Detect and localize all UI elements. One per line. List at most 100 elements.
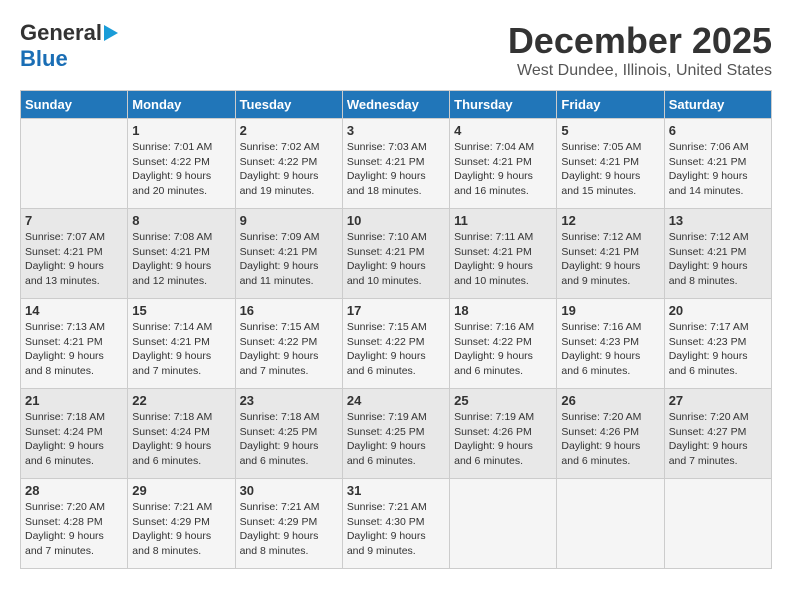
weekday-header-saturday: Saturday [664,91,771,119]
day-number: 9 [240,213,338,228]
calendar-cell: 3Sunrise: 7:03 AMSunset: 4:21 PMDaylight… [342,119,449,209]
calendar-week-row: 7Sunrise: 7:07 AMSunset: 4:21 PMDaylight… [21,209,772,299]
day-info: Sunrise: 7:18 AMSunset: 4:25 PMDaylight:… [240,410,338,469]
calendar-cell: 28 Sunrise: 7:20 AMSunset: 4:28 PMDayligh… [21,479,128,569]
calendar-cell: 13Sunrise: 7:12 AMSunset: 4:21 PMDayligh… [664,209,771,299]
day-number: 5 [561,123,659,138]
day-number: 10 [347,213,445,228]
day-info: Sunrise: 7:12 AMSunset: 4:21 PMDaylight:… [561,230,659,289]
calendar-cell: 30 Sunrise: 7:21 AMSunset: 4:29 PMDayligh… [235,479,342,569]
day-number: 26 [561,393,659,408]
day-info: Sunrise: 7:14 AMSunset: 4:21 PMDaylight:… [132,320,230,379]
calendar-cell: 7Sunrise: 7:07 AMSunset: 4:21 PMDaylight… [21,209,128,299]
day-number: 8 [132,213,230,228]
calendar-cell: 8 Sunrise: 7:08 AMSunset: 4:21 PMDaylight… [128,209,235,299]
day-number: 14 [25,303,123,318]
day-number: 13 [669,213,767,228]
day-number: 30 [240,483,338,498]
day-number: 12 [561,213,659,228]
day-info: Sunrise: 7:16 AMSunset: 4:22 PMDaylight:… [454,320,552,379]
day-info: Sunrise: 7:20 AMSunset: 4:26 PMDaylight:… [561,410,659,469]
day-info: Sunrise: 7:20 AMSunset: 4:28 PMDaylight:… [25,500,123,559]
day-info: Sunrise: 7:13 AMSunset: 4:21 PMDaylight:… [25,320,123,379]
calendar-week-row: 28 Sunrise: 7:20 AMSunset: 4:28 PMDayligh… [21,479,772,569]
day-number: 7 [25,213,123,228]
month-title: December 2025 [508,20,772,62]
calendar-cell: 20 Sunrise: 7:17 AMSunset: 4:23 PMDayligh… [664,299,771,389]
day-info: Sunrise: 7:15 AMSunset: 4:22 PMDaylight:… [347,320,445,379]
day-number: 15 [132,303,230,318]
day-info: Sunrise: 7:08 AMSunset: 4:21 PMDaylight:… [132,230,230,289]
calendar-cell: 31Sunrise: 7:21 AMSunset: 4:30 PMDayligh… [342,479,449,569]
logo-arrow-icon [104,25,118,41]
calendar-cell: 24 Sunrise: 7:19 AMSunset: 4:25 PMDayligh… [342,389,449,479]
calendar-cell: 11Sunrise: 7:11 AMSunset: 4:21 PMDayligh… [450,209,557,299]
day-number: 2 [240,123,338,138]
day-info: Sunrise: 7:19 AMSunset: 4:26 PMDaylight:… [454,410,552,469]
day-info: Sunrise: 7:15 AMSunset: 4:22 PMDaylight:… [240,320,338,379]
day-number: 4 [454,123,552,138]
page-header: General Blue December 2025 West Dundee, … [20,20,772,80]
calendar-cell: 12 Sunrise: 7:12 AMSunset: 4:21 PMDayligh… [557,209,664,299]
weekday-header-row: SundayMondayTuesdayWednesdayThursdayFrid… [21,91,772,119]
weekday-header-wednesday: Wednesday [342,91,449,119]
day-info: Sunrise: 7:19 AMSunset: 4:25 PMDaylight:… [347,410,445,469]
logo-blue: Blue [20,46,68,72]
day-number: 23 [240,393,338,408]
day-number: 11 [454,213,552,228]
day-number: 19 [561,303,659,318]
day-info: Sunrise: 7:18 AMSunset: 4:24 PMDaylight:… [25,410,123,469]
day-info: Sunrise: 7:21 AMSunset: 4:29 PMDaylight:… [132,500,230,559]
calendar-cell: 4 Sunrise: 7:04 AMSunset: 4:21 PMDaylight… [450,119,557,209]
logo: General Blue [20,20,118,72]
calendar-cell: 10 Sunrise: 7:10 AMSunset: 4:21 PMDayligh… [342,209,449,299]
weekday-header-thursday: Thursday [450,91,557,119]
weekday-header-friday: Friday [557,91,664,119]
day-info: Sunrise: 7:21 AMSunset: 4:30 PMDaylight:… [347,500,445,559]
calendar-cell [664,479,771,569]
calendar-week-row: 14 Sunrise: 7:13 AMSunset: 4:21 PMDayligh… [21,299,772,389]
calendar-cell: 26 Sunrise: 7:20 AMSunset: 4:26 PMDayligh… [557,389,664,479]
day-number: 16 [240,303,338,318]
day-info: Sunrise: 7:04 AMSunset: 4:21 PMDaylight:… [454,140,552,199]
calendar-cell: 25Sunrise: 7:19 AMSunset: 4:26 PMDayligh… [450,389,557,479]
calendar-cell: 21Sunrise: 7:18 AMSunset: 4:24 PMDayligh… [21,389,128,479]
location-title: West Dundee, Illinois, United States [508,62,772,80]
calendar-cell [557,479,664,569]
day-number: 1 [132,123,230,138]
day-info: Sunrise: 7:21 AMSunset: 4:29 PMDaylight:… [240,500,338,559]
day-info: Sunrise: 7:09 AMSunset: 4:21 PMDaylight:… [240,230,338,289]
calendar-cell: 14 Sunrise: 7:13 AMSunset: 4:21 PMDayligh… [21,299,128,389]
day-info: Sunrise: 7:02 AMSunset: 4:22 PMDaylight:… [240,140,338,199]
day-info: Sunrise: 7:01 AMSunset: 4:22 PMDaylight:… [132,140,230,199]
calendar-cell: 29 Sunrise: 7:21 AMSunset: 4:29 PMDayligh… [128,479,235,569]
calendar-cell: 27Sunrise: 7:20 AMSunset: 4:27 PMDayligh… [664,389,771,479]
logo-general: General [20,20,102,46]
calendar-cell: 2 Sunrise: 7:02 AMSunset: 4:22 PMDaylight… [235,119,342,209]
weekday-header-monday: Monday [128,91,235,119]
day-number: 3 [347,123,445,138]
calendar-cell: 22Sunrise: 7:18 AMSunset: 4:24 PMDayligh… [128,389,235,479]
calendar-cell: 6 Sunrise: 7:06 AMSunset: 4:21 PMDaylight… [664,119,771,209]
calendar-cell: 19Sunrise: 7:16 AMSunset: 4:23 PMDayligh… [557,299,664,389]
day-number: 24 [347,393,445,408]
day-info: Sunrise: 7:10 AMSunset: 4:21 PMDaylight:… [347,230,445,289]
calendar-cell: 1 Sunrise: 7:01 AMSunset: 4:22 PMDaylight… [128,119,235,209]
calendar-table: SundayMondayTuesdayWednesdayThursdayFrid… [20,90,772,569]
calendar-week-row: 21Sunrise: 7:18 AMSunset: 4:24 PMDayligh… [21,389,772,479]
day-info: Sunrise: 7:05 AMSunset: 4:21 PMDaylight:… [561,140,659,199]
day-number: 6 [669,123,767,138]
day-info: Sunrise: 7:17 AMSunset: 4:23 PMDaylight:… [669,320,767,379]
day-number: 28 [25,483,123,498]
calendar-cell [450,479,557,569]
day-number: 22 [132,393,230,408]
day-number: 17 [347,303,445,318]
day-info: Sunrise: 7:06 AMSunset: 4:21 PMDaylight:… [669,140,767,199]
calendar-week-row: 1 Sunrise: 7:01 AMSunset: 4:22 PMDaylight… [21,119,772,209]
day-number: 27 [669,393,767,408]
weekday-header-sunday: Sunday [21,91,128,119]
calendar-cell: 9 Sunrise: 7:09 AMSunset: 4:21 PMDaylight… [235,209,342,299]
day-number: 29 [132,483,230,498]
title-block: December 2025 West Dundee, Illinois, Uni… [508,20,772,80]
day-number: 20 [669,303,767,318]
